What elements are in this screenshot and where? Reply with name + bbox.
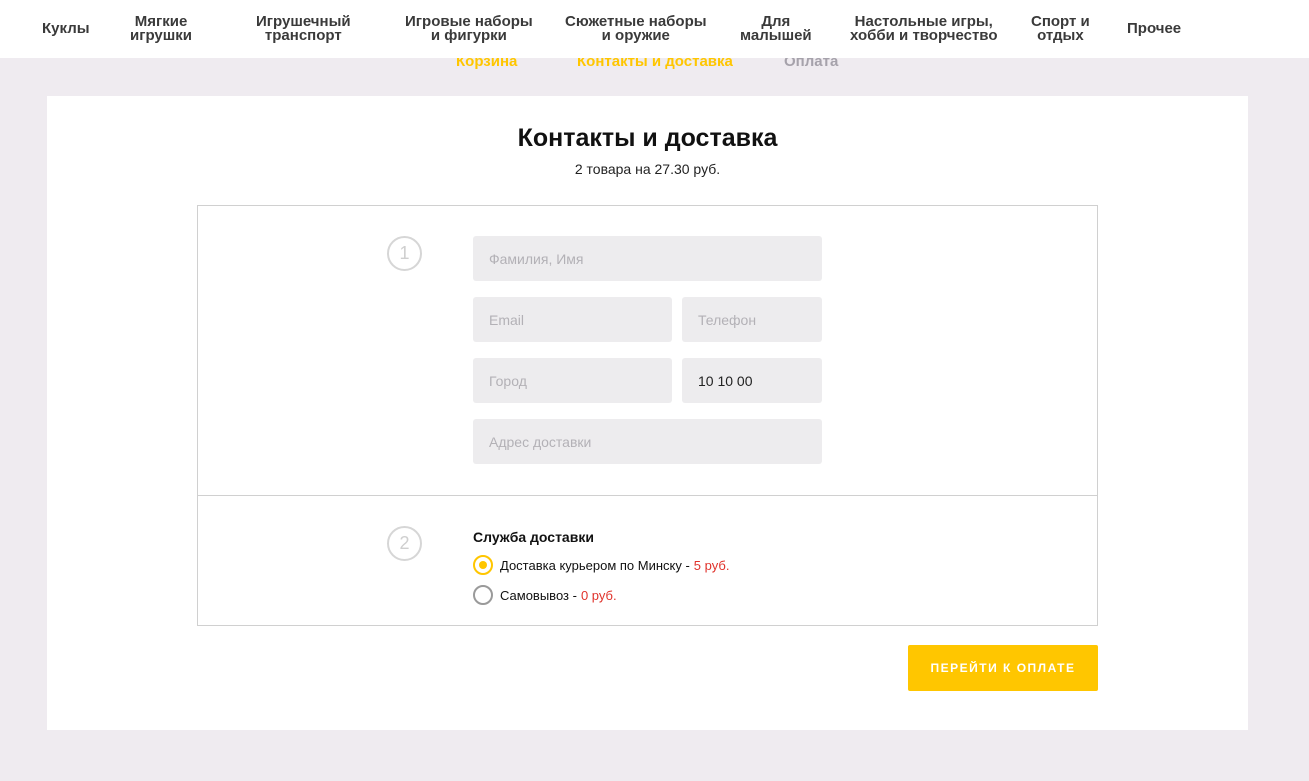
nav-item-soft-toys[interactable]: Мягкие игрушки — [130, 14, 192, 43]
section-divider — [198, 495, 1097, 496]
page-title: Контакты и доставка — [517, 124, 778, 152]
postcode-field[interactable] — [682, 358, 822, 403]
radio-checked-icon[interactable] — [473, 555, 493, 575]
nav-item-sport[interactable]: Спорт и отдых — [1031, 14, 1090, 43]
nav-item-toy-transport[interactable]: Игрушечный транспорт — [256, 14, 351, 43]
nav-item-for-babies[interactable]: Для малышей — [740, 14, 812, 43]
nav-item-dolls[interactable]: Куклы — [42, 21, 90, 36]
step-number-2: 2 — [387, 526, 422, 561]
delivery-option-courier[interactable]: Доставка курьером по Минску - 5 руб. — [473, 555, 729, 575]
nav-item-story-sets[interactable]: Сюжетные наборы и оружие — [565, 14, 707, 43]
delivery-option-pickup[interactable]: Самовывоз - 0 руб. — [473, 585, 617, 605]
top-navigation: Куклы Мягкие игрушки Игрушечный транспор… — [0, 0, 1309, 58]
nav-item-board-games[interactable]: Настольные игры, хобби и творчество — [850, 14, 998, 43]
delivery-option-price: 5 руб. — [693, 557, 730, 573]
city-field[interactable] — [473, 358, 672, 403]
phone-field[interactable] — [682, 297, 822, 342]
delivery-heading: Служба доставки — [473, 529, 594, 545]
delivery-option-label: Доставка курьером по Минску - — [500, 557, 690, 573]
radio-unchecked-icon[interactable] — [473, 585, 493, 605]
email-field[interactable] — [473, 297, 672, 342]
order-summary: 2 товара на 27.30 руб. — [574, 161, 721, 177]
proceed-to-payment-button[interactable]: Перейти к оплате — [908, 645, 1098, 691]
delivery-option-label: Самовывоз - — [500, 587, 577, 603]
address-field[interactable] — [473, 419, 822, 464]
nav-item-play-sets[interactable]: Игровые наборы и фигурки — [405, 14, 533, 43]
checkout-card: Контакты и доставка 2 товара на 27.30 ру… — [47, 96, 1248, 730]
checkout-form: 1 2 Служба доставки Доставка курьером по… — [197, 205, 1098, 626]
delivery-option-price: 0 руб. — [580, 587, 617, 603]
full-name-field[interactable] — [473, 236, 822, 281]
nav-item-other[interactable]: Прочее — [1127, 21, 1181, 36]
step-number-1: 1 — [387, 236, 422, 271]
